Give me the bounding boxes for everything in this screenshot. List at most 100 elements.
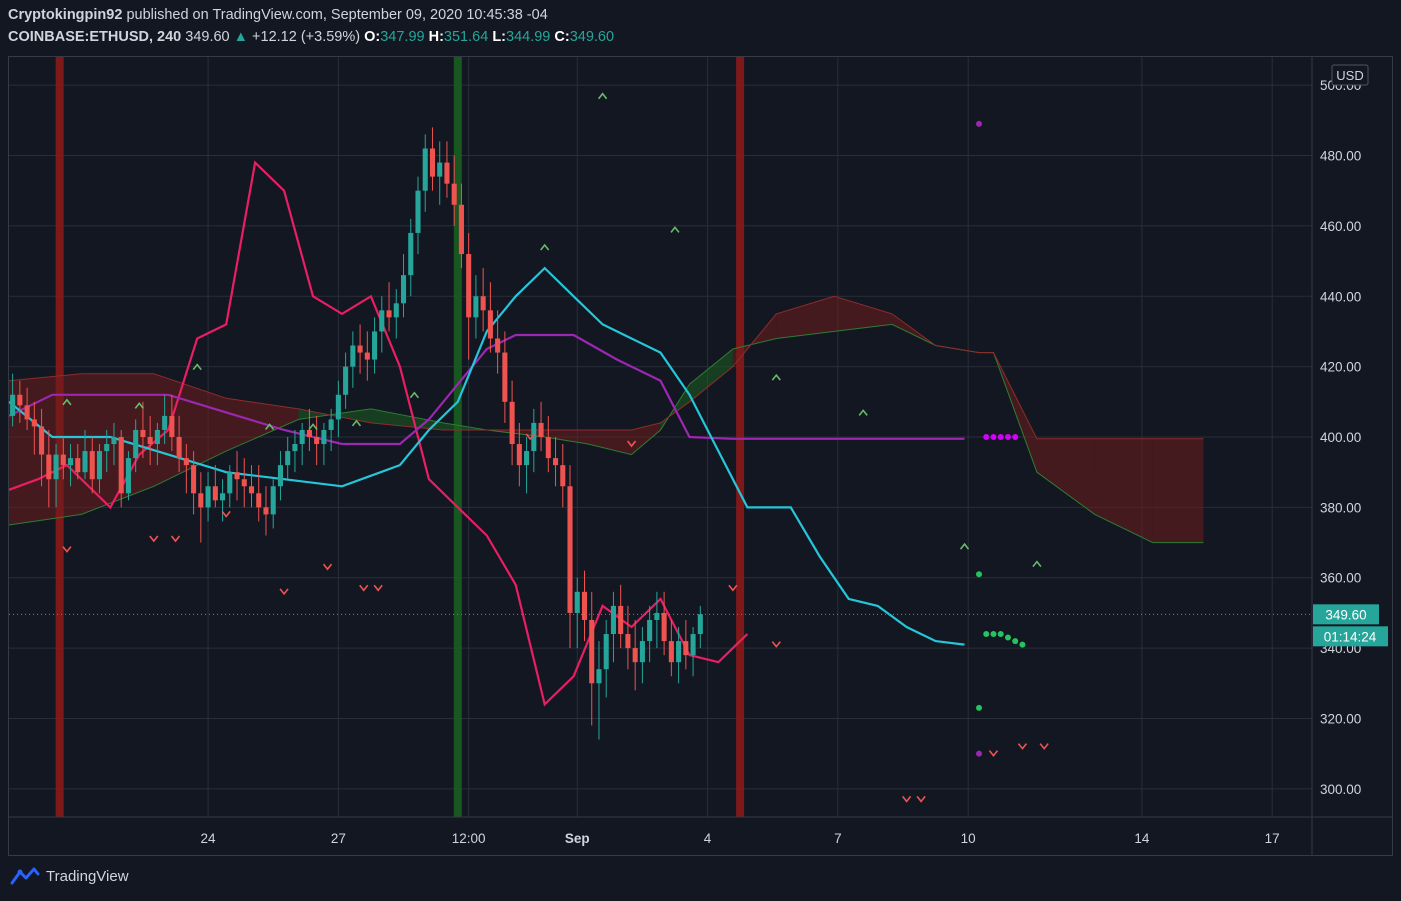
time-tick-label: 10 <box>961 831 976 846</box>
buy-signal-marker <box>858 409 868 416</box>
candle-body <box>169 415 175 437</box>
candle-body <box>111 437 117 445</box>
buy-signal-marker <box>409 391 420 399</box>
candle-body <box>82 451 88 473</box>
candle-body <box>162 415 168 430</box>
close-value: 349.60 <box>569 29 615 45</box>
candle-body <box>372 331 378 360</box>
low-value: 344.99 <box>506 29 551 45</box>
candle-body <box>429 148 436 177</box>
close-label: C: <box>554 29 570 45</box>
projection-dot <box>990 434 997 440</box>
candle-body <box>24 405 30 420</box>
sell-signal-marker <box>1039 743 1049 750</box>
candle-body <box>589 619 595 684</box>
sell-signal-marker <box>149 535 159 543</box>
projection-dot <box>997 434 1004 440</box>
projection-dot <box>1004 434 1011 440</box>
candle-body <box>191 465 197 494</box>
candle-body <box>39 426 45 455</box>
ichimoku-cloud-segment <box>1152 438 1204 543</box>
candle-body <box>67 458 74 466</box>
last-price-tag-text: 349.60 <box>1325 607 1366 622</box>
time-tick-label: 17 <box>1265 831 1280 846</box>
tradingview-brand[interactable]: TradingView <box>46 868 129 885</box>
candle-body <box>487 310 493 339</box>
ichimoku-cloud-segment <box>1036 438 1095 515</box>
candle-body <box>198 493 204 508</box>
candle-body <box>357 345 363 353</box>
sell-signal-marker <box>728 584 738 592</box>
candle-body <box>17 394 23 406</box>
candle-body <box>400 275 407 304</box>
author-name[interactable]: Cryptokingpin92 <box>8 7 122 23</box>
tradingview-logo-icon[interactable] <box>10 866 40 886</box>
time-tick-label: 27 <box>331 831 346 846</box>
candle-body <box>270 486 276 515</box>
buy-signal-marker <box>540 243 550 251</box>
price-tick-label: 460.00 <box>1320 219 1361 234</box>
projection-dot <box>1012 638 1019 645</box>
candle-body <box>75 458 81 473</box>
high-label: H: <box>428 29 444 45</box>
candle-body <box>690 634 696 656</box>
open-label: O: <box>364 29 381 45</box>
ichimoku-cloud-segment <box>588 429 632 455</box>
projection-dot <box>1004 634 1011 641</box>
projection-dot <box>1012 434 1019 440</box>
candle-body <box>654 612 660 620</box>
candle-body <box>596 669 602 684</box>
sell-signal-marker <box>170 535 181 543</box>
ichimoku-cloud-segment <box>1094 438 1153 543</box>
indicator-dot <box>976 750 983 757</box>
candle-body <box>241 479 247 487</box>
price-tick-label: 300.00 <box>1320 782 1361 797</box>
currency-label: USD <box>1336 68 1363 83</box>
candle-body <box>422 148 428 191</box>
candle-body <box>495 338 501 353</box>
candle-body <box>538 422 544 437</box>
candle-body <box>516 444 522 466</box>
published-text: published on TradingView.com, September … <box>126 7 548 23</box>
candle-body <box>31 419 37 427</box>
candle-body <box>285 451 291 466</box>
candle-body <box>343 366 349 395</box>
sell-signal-marker <box>916 795 926 803</box>
time-tick-label: 7 <box>834 831 842 846</box>
projection-dot <box>983 434 990 440</box>
candle-body <box>553 458 559 466</box>
signal-band <box>453 57 462 817</box>
sell-signal-marker <box>322 563 333 571</box>
candle-body <box>125 458 131 494</box>
candle-body <box>632 648 638 663</box>
symbol-label[interactable]: COINBASE:ETHUSD, 240 <box>8 29 181 45</box>
candle-body <box>277 465 283 487</box>
sell-signal-marker <box>1017 743 1028 750</box>
ohlc-line: COINBASE:ETHUSD, 240 349.60 ▲ +12.12 (+3… <box>8 26 1388 48</box>
ichimoku-cloud-segment <box>544 429 589 445</box>
ichimoku-cloud-segment <box>689 349 733 402</box>
buy-signal-marker <box>597 92 608 100</box>
price-tick-label: 360.00 <box>1320 571 1361 586</box>
candle-body <box>639 641 645 663</box>
candle-body <box>567 486 573 613</box>
candle-body <box>408 232 414 276</box>
low-label: L: <box>492 29 506 45</box>
candle-body <box>524 451 530 466</box>
candle-body <box>444 162 450 184</box>
chart-pane[interactable]: 300.00 320.00 340.00 360.00 380.00 400.00 420.… <box>8 56 1393 856</box>
price-chart[interactable]: 300.00320.00340.00360.00380.00400.00420.… <box>9 57 1392 855</box>
projection-dot <box>1019 641 1026 648</box>
sell-signal-marker <box>373 584 383 592</box>
candle-body <box>46 454 52 480</box>
candle-body <box>133 429 139 459</box>
candle-body <box>683 641 689 656</box>
candle-body <box>618 605 624 635</box>
candle-body <box>299 429 305 445</box>
time-tick-label: 24 <box>201 831 217 846</box>
candle-body <box>661 612 667 642</box>
candle-body <box>89 451 95 480</box>
candle-body <box>53 454 59 480</box>
price-tick-label: 440.00 <box>1320 289 1361 304</box>
indicator-dot <box>976 120 983 127</box>
